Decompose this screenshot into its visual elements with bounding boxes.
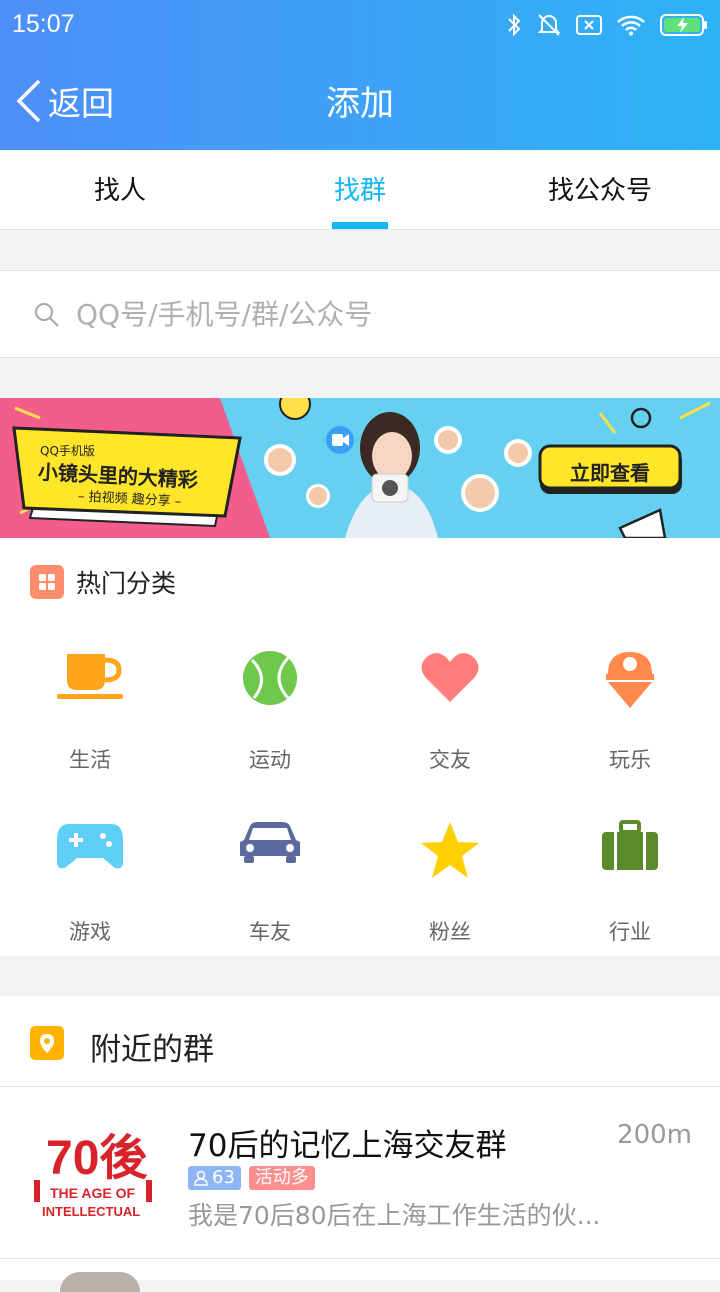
search-input[interactable] [74, 293, 678, 335]
category-label: 生活 [69, 748, 111, 772]
category-label: 交友 [429, 748, 471, 772]
category-label: 运动 [249, 748, 291, 772]
svg-text:INTELLECTUAL: INTELLECTUAL [42, 1204, 140, 1219]
hot-categories: 热门分类 生活 运动 交友 玩乐 游戏 车友 粉丝 行业 [0, 538, 720, 956]
nearby-groups-header: 附近的群 [0, 996, 720, 1087]
promo-banner[interactable]: QQ手机版 小镜头里的大精彩 – 拍视频 趣分享 – 立即查看 [0, 398, 720, 538]
bluetooth-icon [508, 13, 521, 37]
banner-cta[interactable]: 立即查看 [540, 457, 680, 486]
category-games[interactable]: 游戏 [0, 820, 180, 970]
group-list-item[interactable]: 70後 THE AGE OF INTELLECTUAL 70后的记忆上海交友群 … [0, 1088, 720, 1259]
nav-bar: 返回 添加 [0, 52, 720, 150]
battery-charging-icon [660, 14, 707, 36]
mute-bell-icon [537, 14, 561, 36]
page-title: 添加 [326, 84, 394, 124]
person-icon [194, 1170, 208, 1186]
category-car[interactable]: 车友 [180, 820, 360, 970]
group-distance: 200m [617, 1120, 692, 1150]
status-bar: 15:07 [0, 0, 720, 52]
category-friends[interactable]: 交友 [360, 648, 540, 798]
category-label: 玩乐 [609, 748, 651, 772]
hot-categories-header: 热门分类 [30, 564, 176, 600]
location-pin-icon [30, 1026, 64, 1060]
group-badges: 63 活动多 [188, 1166, 315, 1190]
tab-find-official-accounts[interactable]: 找公众号 [480, 150, 720, 229]
header: 15:07 返回 添加 [0, 0, 720, 150]
next-group-avatar [60, 1272, 140, 1292]
tab-bar: 找人 找群 找公众号 [0, 150, 720, 230]
svg-text:70後: 70後 [46, 1132, 148, 1185]
member-count: 63 [212, 1167, 235, 1188]
gamepad-icon [57, 824, 123, 869]
wifi-icon [617, 15, 645, 36]
category-label: 车友 [249, 920, 291, 944]
grid-icon [30, 565, 64, 599]
search-icon [35, 303, 59, 327]
category-label: 行业 [609, 920, 651, 944]
category-label: 游戏 [69, 920, 111, 944]
category-sports[interactable]: 运动 [180, 648, 360, 798]
activity-badge: 活动多 [248, 1166, 315, 1190]
no-sim-icon [576, 15, 602, 35]
category-fun[interactable]: 玩乐 [540, 648, 720, 798]
active-tab-indicator [332, 222, 388, 229]
tennis-ball-icon [243, 651, 297, 705]
car-icon [240, 822, 300, 863]
member-count-badge: 63 [188, 1166, 241, 1190]
briefcase-icon [602, 820, 658, 870]
group-name: 70后的记忆上海交友群 [188, 1128, 507, 1164]
star-icon [421, 822, 479, 878]
nearby-groups: 附近的群 70後 THE AGE OF INTELLECTUAL 70后的记忆上… [0, 996, 720, 1280]
group-avatar: 70後 THE AGE OF INTELLECTUAL [28, 1118, 158, 1228]
heart-icon [421, 653, 479, 702]
group-description: 我是70后80后在上海工作生活的伙... [188, 1201, 601, 1230]
nearby-groups-title: 附近的群 [90, 1032, 214, 1068]
status-icons [506, 12, 708, 38]
coffee-cup-icon [57, 654, 123, 699]
ice-cream-icon [606, 652, 654, 708]
category-label: 粉丝 [429, 920, 471, 944]
tab-find-groups[interactable]: 找群 [240, 150, 480, 229]
tab-find-people[interactable]: 找人 [0, 150, 240, 229]
search-box[interactable] [0, 270, 720, 358]
category-life[interactable]: 生活 [0, 648, 180, 798]
status-time: 15:07 [12, 10, 75, 38]
hot-categories-title: 热门分类 [76, 569, 177, 598]
category-fans[interactable]: 粉丝 [360, 820, 540, 970]
svg-text:THE AGE OF: THE AGE OF [50, 1185, 135, 1201]
category-industry[interactable]: 行业 [540, 820, 720, 970]
